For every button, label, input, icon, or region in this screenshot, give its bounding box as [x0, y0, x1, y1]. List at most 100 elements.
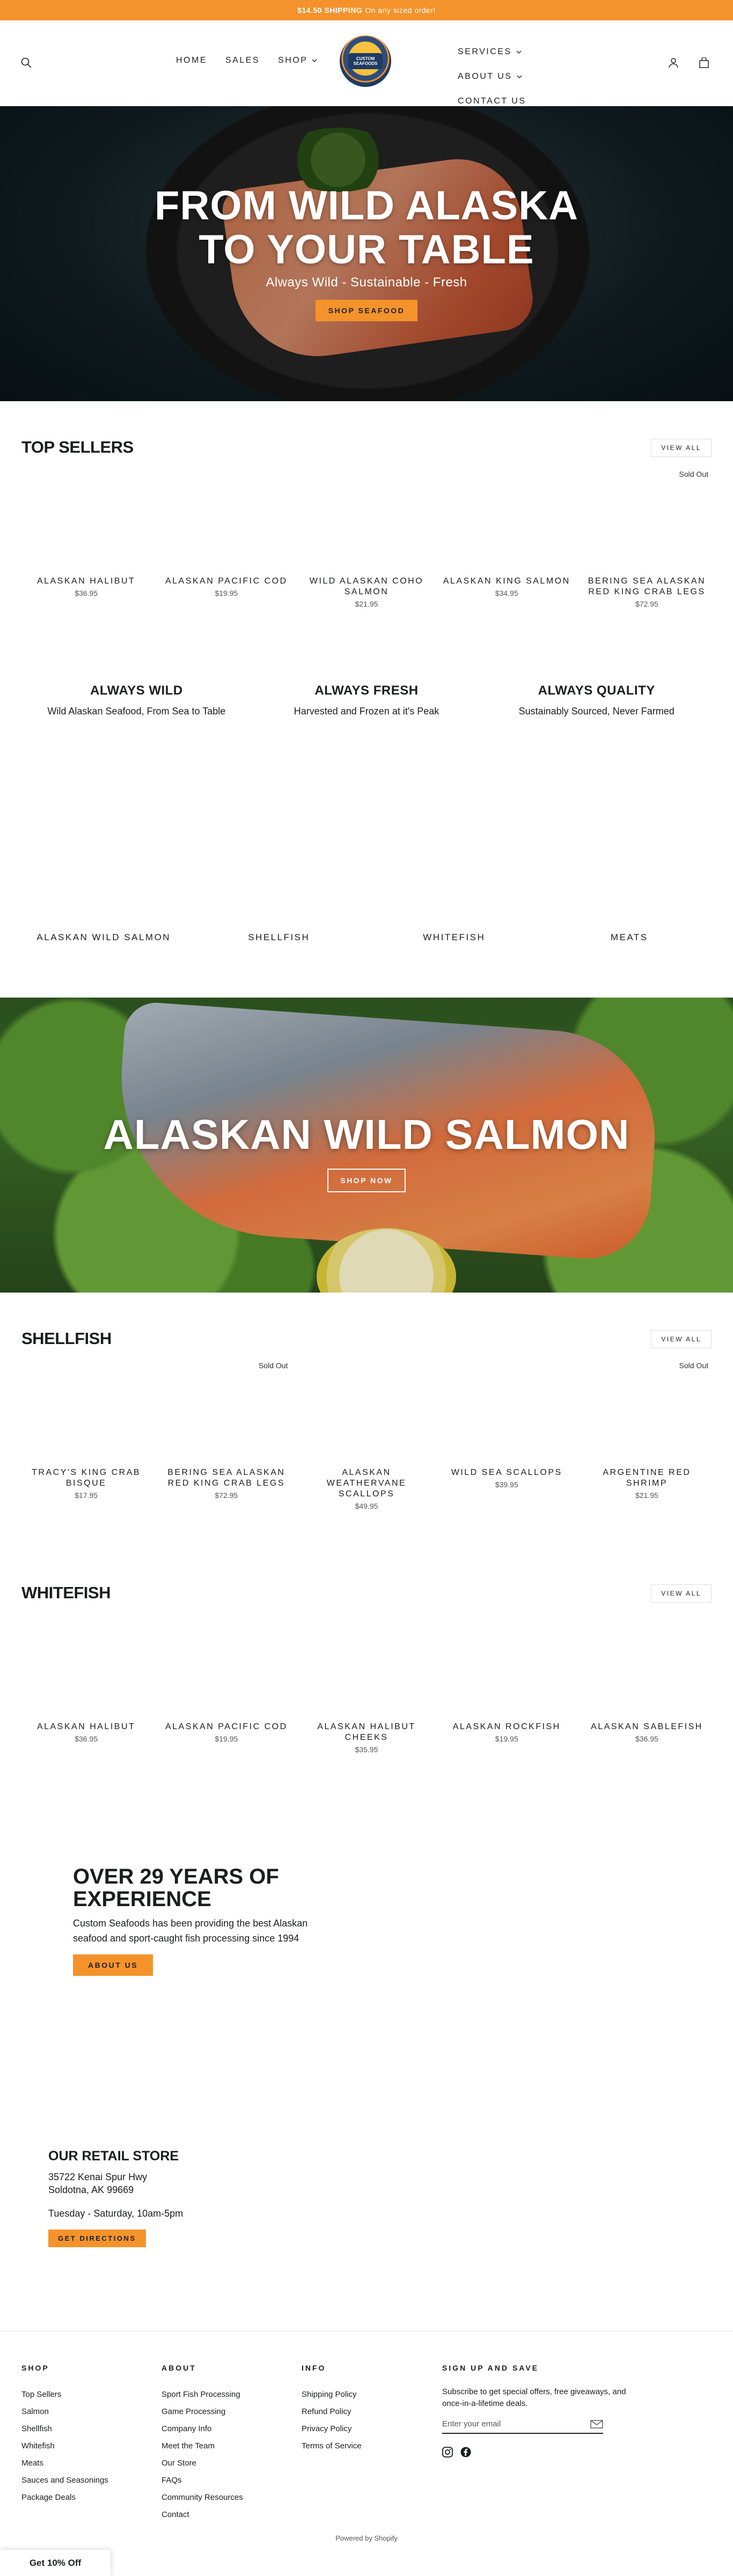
- product-card[interactable]: ALASKAN HALIBUT $36.95: [21, 1620, 151, 1754]
- product-card[interactable]: WILD ALASKAN COHO SALMON $21.95: [302, 474, 431, 608]
- product-image[interactable]: [302, 474, 431, 576]
- category-shellfish[interactable]: SHELLFISH: [197, 771, 362, 943]
- footer-link[interactable]: Contact: [162, 2506, 243, 2523]
- category-image[interactable]: [21, 771, 186, 932]
- product-card[interactable]: ALASKAN PACIFIC COD $19.95: [162, 474, 291, 608]
- footer-link[interactable]: Top Sellers: [21, 2386, 108, 2403]
- footer-link[interactable]: Package Deals: [21, 2489, 108, 2506]
- product-name[interactable]: ALASKAN PACIFIC COD: [162, 1722, 291, 1732]
- site-logo[interactable]: CUSTOM SEAFOODS: [340, 35, 391, 87]
- product-card[interactable]: Sold Out BERING SEA ALASKAN RED KING CRAB…: [582, 470, 712, 608]
- product-name[interactable]: ALASKAN KING SALMON: [442, 576, 571, 587]
- nav-contact-us[interactable]: CONTACT US: [458, 97, 526, 106]
- product-name[interactable]: ALASKAN HALIBUT CHEEKS: [302, 1722, 431, 1743]
- product-name[interactable]: ALASKAN HALIBUT: [21, 1722, 151, 1732]
- footer-link[interactable]: Game Processing: [162, 2403, 243, 2420]
- product-image[interactable]: [302, 1365, 431, 1467]
- product-card[interactable]: WILD SEA SCALLOPS $39.95: [442, 1365, 571, 1510]
- footer-link[interactable]: Meats: [21, 2455, 108, 2472]
- envelope-icon[interactable]: [590, 2419, 603, 2429]
- product-name[interactable]: ALASKAN HALIBUT: [21, 576, 151, 587]
- category-whitefish[interactable]: WHITEFISH: [372, 771, 537, 943]
- footer-link[interactable]: Refund Policy: [302, 2403, 362, 2420]
- footer-link[interactable]: Meet the Team: [162, 2438, 243, 2455]
- product-name[interactable]: ALASKAN ROCKFISH: [442, 1722, 571, 1732]
- category-image[interactable]: [197, 771, 362, 932]
- category-meats[interactable]: MEATS: [547, 771, 712, 943]
- product-card[interactable]: ALASKAN HALIBUT CHEEKS $35.95: [302, 1620, 431, 1754]
- footer-link[interactable]: Sauces and Seasonings: [21, 2472, 108, 2489]
- product-image[interactable]: [21, 1365, 151, 1467]
- shop-now-button[interactable]: SHOP NOW: [327, 1169, 406, 1192]
- product-name[interactable]: ALASKAN WEATHERVANE SCALLOPS: [302, 1467, 431, 1500]
- cart-icon[interactable]: [696, 55, 712, 71]
- product-name[interactable]: BERING SEA ALASKAN RED KING CRAB LEGS: [162, 1467, 291, 1489]
- account-icon[interactable]: [665, 55, 681, 71]
- nav-about-us[interactable]: ABOUT US: [458, 72, 522, 82]
- category-label[interactable]: MEATS: [547, 932, 712, 943]
- product-card[interactable]: ALASKAN WEATHERVANE SCALLOPS $49.95: [302, 1365, 431, 1510]
- footer-link[interactable]: Terms of Service: [302, 2438, 362, 2455]
- nav-shop[interactable]: SHOP: [278, 56, 317, 65]
- product-name[interactable]: ALASKAN SABLEFISH: [582, 1722, 712, 1732]
- product-image[interactable]: [582, 1620, 712, 1722]
- view-all-button[interactable]: VIEW ALL: [651, 1330, 712, 1348]
- product-name[interactable]: TRACY'S KING CRAB BISQUE: [21, 1467, 151, 1489]
- product-card[interactable]: TRACY'S KING CRAB BISQUE $17.95: [21, 1365, 151, 1510]
- footer-link[interactable]: Company Info: [162, 2420, 243, 2438]
- footer-link[interactable]: Sport Fish Processing: [162, 2386, 243, 2403]
- footer-link[interactable]: Shellfish: [21, 2420, 108, 2438]
- product-card[interactable]: ALASKAN HALIBUT $36.95: [21, 474, 151, 608]
- email-placeholder[interactable]: Enter your email: [442, 2419, 501, 2429]
- product-card[interactable]: ALASKAN SABLEFISH $36.95: [582, 1620, 712, 1754]
- product-image[interactable]: [582, 1365, 712, 1467]
- footer-link[interactable]: Whitefish: [21, 2438, 108, 2455]
- footer-link[interactable]: Our Store: [162, 2455, 243, 2472]
- product-image[interactable]: [162, 474, 291, 576]
- product-name[interactable]: WILD ALASKAN COHO SALMON: [302, 576, 431, 597]
- category-label[interactable]: SHELLFISH: [197, 932, 362, 943]
- category-salmon[interactable]: ALASKAN WILD SALMON: [21, 771, 186, 943]
- product-card[interactable]: ALASKAN PACIFIC COD $19.95: [162, 1620, 291, 1754]
- view-all-button[interactable]: VIEW ALL: [651, 439, 712, 457]
- product-image[interactable]: [582, 474, 712, 576]
- footer-link[interactable]: FAQs: [162, 2472, 243, 2489]
- product-image[interactable]: [442, 1620, 571, 1722]
- product-card[interactable]: ALASKAN KING SALMON $34.95: [442, 474, 571, 608]
- category-label[interactable]: WHITEFISH: [372, 932, 537, 943]
- product-image[interactable]: [302, 1620, 431, 1722]
- facebook-icon[interactable]: [460, 2447, 471, 2457]
- product-image[interactable]: [442, 474, 571, 576]
- footer-link[interactable]: Salmon: [21, 2403, 108, 2420]
- view-all-button[interactable]: VIEW ALL: [651, 1584, 712, 1603]
- product-name[interactable]: WILD SEA SCALLOPS: [442, 1467, 571, 1478]
- product-image[interactable]: [21, 474, 151, 576]
- nav-services[interactable]: SERVICES: [458, 47, 522, 57]
- product-name[interactable]: ALASKAN PACIFIC COD: [162, 576, 291, 587]
- product-card[interactable]: ALASKAN ROCKFISH $19.95: [442, 1620, 571, 1754]
- product-image[interactable]: [162, 1365, 291, 1467]
- footer-link[interactable]: Community Resources: [162, 2489, 243, 2506]
- category-image[interactable]: [372, 771, 537, 932]
- product-image[interactable]: [442, 1365, 571, 1467]
- category-label[interactable]: ALASKAN WILD SALMON: [21, 932, 186, 943]
- footer-link[interactable]: Privacy Policy: [302, 2420, 362, 2438]
- product-card[interactable]: Sold Out BERING SEA ALASKAN RED KING CRAB…: [162, 1361, 291, 1510]
- get-discount-tab[interactable]: Get 10% Off: [0, 2550, 111, 2576]
- product-name[interactable]: BERING SEA ALASKAN RED KING CRAB LEGS: [582, 576, 712, 597]
- category-image[interactable]: [547, 771, 712, 932]
- search-icon[interactable]: [18, 55, 34, 71]
- get-directions-button[interactable]: GET DIRECTIONS: [48, 2230, 146, 2247]
- product-name[interactable]: ARGENTINE RED SHRIMP: [582, 1467, 712, 1489]
- product-image[interactable]: [162, 1620, 291, 1722]
- nav-sales[interactable]: SALES: [225, 56, 260, 65]
- powered-by-shopify[interactable]: Powered by Shopify: [0, 2534, 733, 2542]
- product-card[interactable]: Sold Out ARGENTINE RED SHRIMP $21.95: [582, 1361, 712, 1510]
- instagram-icon[interactable]: [442, 2447, 453, 2457]
- newsletter-email-field[interactable]: Enter your email: [442, 2419, 603, 2434]
- product-image[interactable]: [21, 1620, 151, 1722]
- about-us-button[interactable]: ABOUT US: [73, 1954, 153, 1976]
- shop-seafood-button[interactable]: SHOP SEAFOOD: [315, 300, 418, 321]
- footer-link[interactable]: Shipping Policy: [302, 2386, 362, 2403]
- nav-home[interactable]: HOME: [176, 56, 207, 65]
